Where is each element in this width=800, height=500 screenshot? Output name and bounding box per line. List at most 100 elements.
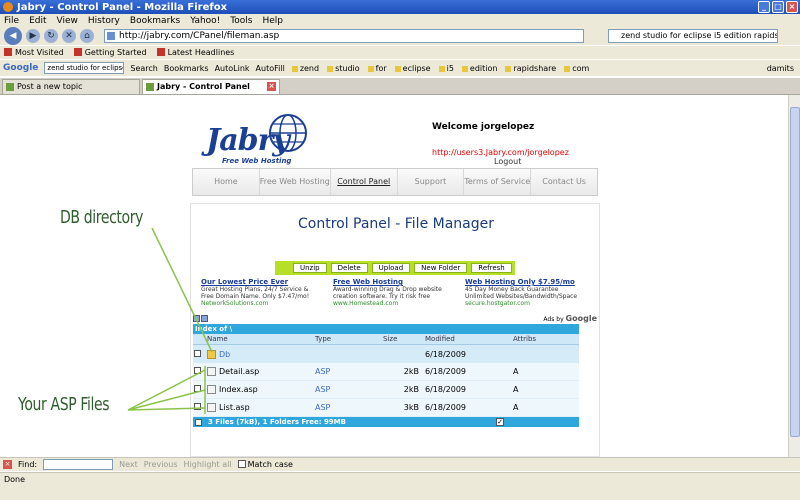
delete-button[interactable]: Delete [330,263,368,273]
match-case-label: Match case [247,460,293,469]
menu-tools[interactable]: Tools [230,16,252,26]
user-site-link[interactable]: http://users3.Jabry.com/jorgelopez [432,148,569,157]
search-word-button[interactable]: studio [326,63,361,74]
menu-file[interactable]: File [4,16,19,26]
bookmark-most-visited[interactable]: Most Visited [4,48,64,57]
menu-view[interactable]: View [57,16,78,26]
search-word-button[interactable]: edition [461,63,499,74]
menu-bookmarks[interactable]: Bookmarks [130,16,180,26]
table-row[interactable]: Detail.asp ASP 2kB 6/18/2009 A [193,363,579,381]
column-header-type[interactable]: Type [315,335,383,343]
stop-button[interactable]: ✕ [62,29,76,43]
upload-button[interactable]: Upload [371,263,411,273]
search-input[interactable]: zend studio for eclipse i5 edition rapid… [608,29,778,43]
select-all-checkbox[interactable] [195,418,202,426]
menu-history[interactable]: History [88,16,120,26]
highlight-all-button[interactable]: Highlight all [184,460,232,469]
minimize-button[interactable]: _ [758,1,770,13]
match-case-checkbox[interactable] [237,460,246,468]
back-arrow-icon[interactable] [193,315,200,322]
forward-button[interactable]: ▶ [26,29,40,43]
folder-link[interactable]: Db [219,350,230,359]
scrollbar-thumb[interactable] [790,107,800,437]
tab-post-new-topic[interactable]: Post a new topic [2,79,140,94]
nav-contact-us[interactable]: Contact Us [531,169,597,195]
logout-link[interactable]: Logout [494,157,521,166]
ad-url[interactable]: NetworkSolutions.com [201,300,341,307]
close-tab-icon[interactable]: × [267,82,276,91]
find-input[interactable] [43,459,114,470]
ad-heading[interactable]: Web Hosting Only $7.95/mo [465,279,605,286]
search-word-button[interactable]: eclipse [394,63,432,74]
reload-button[interactable]: ↻ [44,29,58,43]
bookmark-getting-started[interactable]: Getting Started [74,48,147,57]
new-folder-button[interactable]: New Folder [414,263,468,273]
globe-icon [269,114,307,152]
search-word-button[interactable]: zend [291,63,320,74]
row-checkbox[interactable] [194,403,201,410]
ad-heading[interactable]: Free Web Hosting [333,279,473,286]
column-header-name[interactable]: Name [207,335,315,343]
search-word-button[interactable]: com [563,63,590,74]
row-checkbox[interactable] [194,349,201,357]
ad-url[interactable]: secure.hostgator.com [465,300,605,307]
menu-help[interactable]: Help [262,16,283,26]
nav-control-panel[interactable]: Control Panel [331,169,398,195]
table-row[interactable]: List.asp ASP 3kB 6/18/2009 A [193,399,579,417]
ads-by-google[interactable]: Ads by Google [543,314,597,323]
column-header-size[interactable]: Size [383,335,423,343]
nav-home[interactable]: Home [193,169,260,195]
google-bookmarks-button[interactable]: Bookmarks [164,64,209,73]
page-title: Control Panel - File Manager [297,216,495,232]
table-row[interactable]: Db 6/18/2009 [193,345,579,363]
match-case-option[interactable]: Match case [237,460,293,469]
close-find-icon[interactable]: × [3,460,12,469]
logo-subtitle: Free Web Hosting [222,157,292,165]
search-word-button[interactable]: for [367,63,388,74]
row-checkbox[interactable] [194,385,201,392]
menu-yahoo[interactable]: Yahoo! [190,16,220,26]
jabry-logo[interactable]: Jabry Free Web Hosting [200,114,310,165]
url-bar[interactable]: http://jabry.com/CPanel/fileman.asp [104,29,584,43]
file-link[interactable]: Detail.asp [219,367,259,376]
nav-terms-of-service[interactable]: Terms of Service [464,169,532,195]
file-size-cell: 3kB [403,403,419,412]
ad-heading[interactable]: Our Lowest Price Ever [201,279,341,286]
google-user[interactable]: damits [767,64,794,73]
autofill-button[interactable]: AutoFill [256,64,285,73]
close-window-button[interactable]: × [786,1,798,13]
menu-edit[interactable]: Edit [29,16,46,26]
autolink-button[interactable]: AutoLink [215,64,250,73]
google-search-button[interactable]: Search [130,64,157,73]
selection-checkbox[interactable]: ✓ [496,418,504,426]
column-header-modified[interactable]: Modified [423,335,513,343]
search-word-button[interactable]: rapidshare [504,63,557,74]
row-checkbox[interactable] [194,367,201,374]
back-button[interactable]: ◀ [4,27,22,45]
file-type-cell: ASP [315,385,331,394]
bookmark-latest-headlines[interactable]: Latest Headlines [157,48,235,57]
menubar: File Edit View History Bookmarks Yahoo! … [0,14,800,27]
pager-icons [193,315,208,322]
nav-support[interactable]: Support [398,169,465,195]
forward-arrow-icon[interactable] [201,315,208,322]
nav-free-web-hosting[interactable]: Free Web Hosting [260,169,331,195]
maximize-button[interactable]: □ [772,1,784,13]
file-link[interactable]: List.asp [219,403,250,412]
file-modified-cell: 6/18/2009 [425,367,467,376]
home-button[interactable]: ⌂ [80,29,94,43]
refresh-button[interactable]: Refresh [471,263,512,273]
search-word-button[interactable]: i5 [438,63,455,74]
row-checkbox-cell [193,385,207,394]
tab-control-panel[interactable]: Jabry - Control Panel × [142,79,280,94]
footer-summary: 3 Files (7kB), 1 Folders Free: 99MB [208,418,346,426]
page-scrollbar[interactable] [788,95,800,457]
table-row[interactable]: Index.asp ASP 2kB 6/18/2009 A [193,381,579,399]
find-next-button[interactable]: Next [119,460,138,469]
file-link[interactable]: Index.asp [219,385,258,394]
unzip-button[interactable]: Unzip [293,263,327,273]
column-header-attribs[interactable]: Attribs [513,335,579,343]
find-previous-button[interactable]: Previous [144,460,178,469]
google-search-input[interactable]: zend studio for eclipse i5 [44,62,125,74]
ad-url[interactable]: www.Homestead.com [333,300,473,307]
